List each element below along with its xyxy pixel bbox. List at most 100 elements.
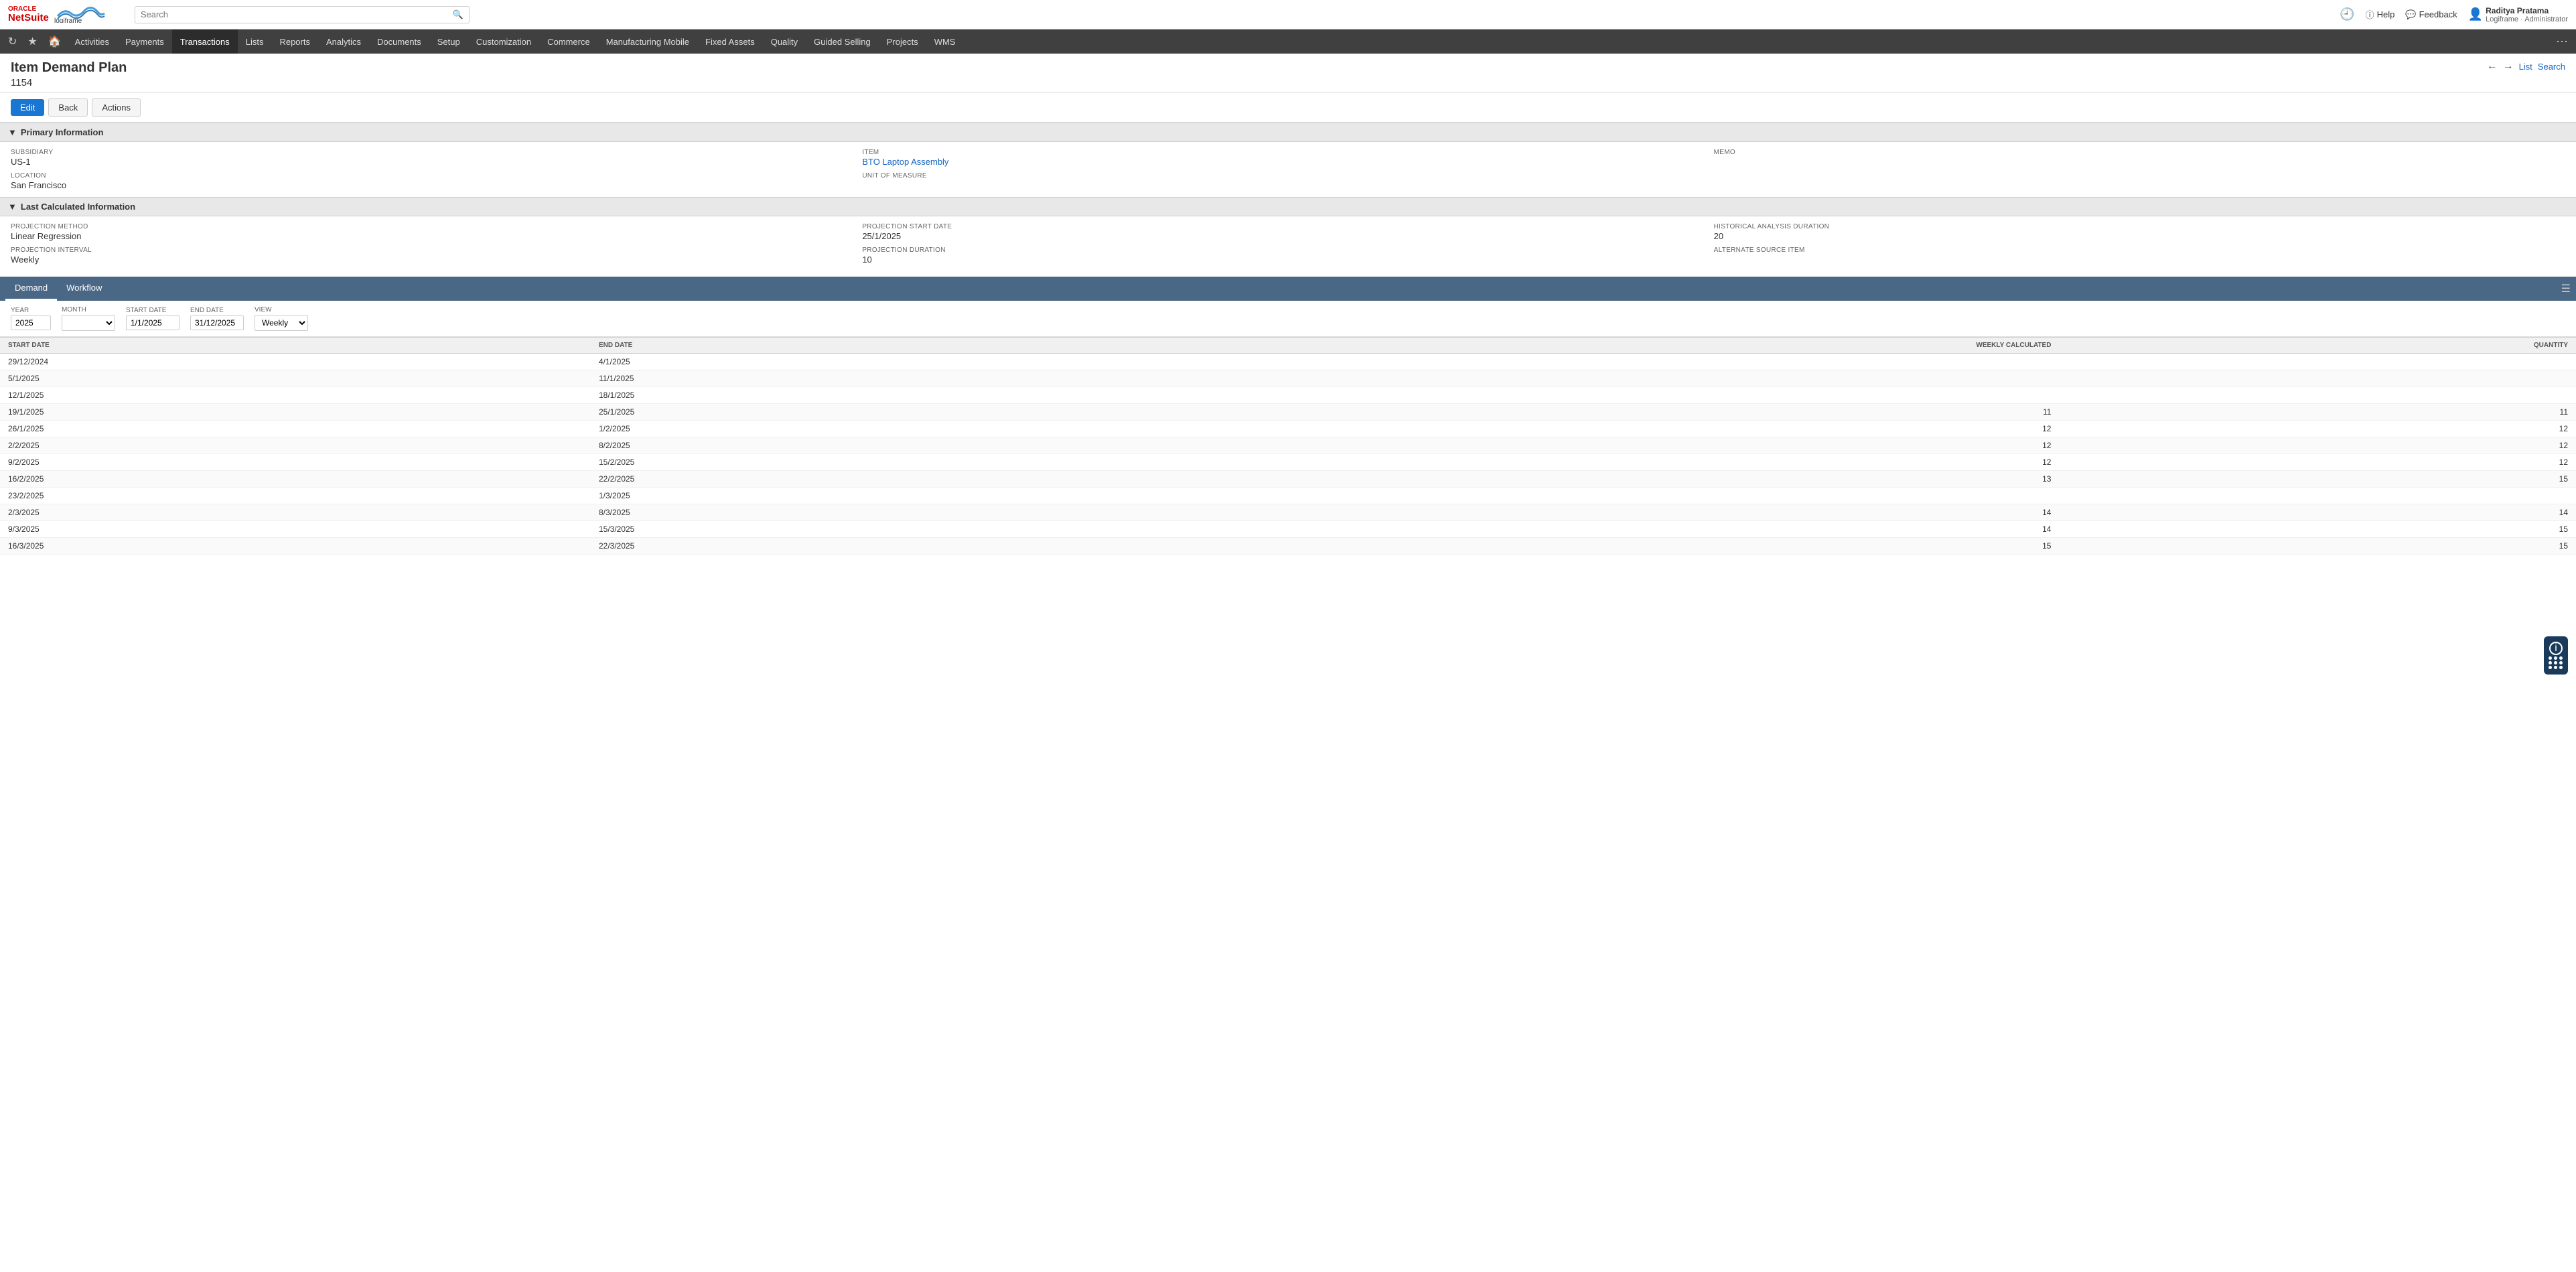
subsidiary-field: SUBSIDIARY US-1	[11, 149, 862, 167]
nav-quality[interactable]: Quality	[763, 29, 806, 54]
cell-weekly-calc: 11	[1123, 404, 2060, 421]
cell-weekly-calc	[1123, 370, 2060, 387]
hist-duration-field: HISTORICAL ANALYSIS DURATION 20	[1714, 223, 2565, 241]
table-row: 12/1/2025 18/1/2025	[0, 387, 2576, 404]
user-menu[interactable]: 👤 Raditya Pratama Logiframe · Administra…	[2468, 6, 2568, 23]
cell-weekly-calc: 12	[1123, 437, 2060, 454]
page-nav: ← → List Search	[2487, 60, 2565, 72]
primary-info-header[interactable]: ▼ Primary Information	[0, 123, 2576, 142]
nav-payments[interactable]: Payments	[117, 29, 172, 54]
cell-weekly-calc	[1123, 387, 2060, 404]
nav-customization[interactable]: Customization	[468, 29, 539, 54]
proj-start-field: PROJECTION START DATE 25/1/2025	[862, 223, 1713, 241]
cell-end-date: 18/1/2025	[591, 387, 1123, 404]
list-link[interactable]: List	[2519, 62, 2532, 72]
edit-button[interactable]: Edit	[11, 99, 44, 116]
tab-demand[interactable]: Demand	[5, 277, 57, 301]
oracle-netsuite-logo: ORACLE NetSuite	[8, 5, 49, 24]
cell-quantity	[2059, 370, 2576, 387]
recent-icon[interactable]: 🕘	[2340, 7, 2354, 21]
cell-start-date: 9/3/2025	[0, 521, 591, 538]
nav-guided-selling[interactable]: Guided Selling	[806, 29, 879, 54]
nav-manufacturing[interactable]: Manufacturing Mobile	[598, 29, 697, 54]
cell-end-date: 11/1/2025	[591, 370, 1123, 387]
nav-wms[interactable]: WMS	[926, 29, 964, 54]
cell-weekly-calc: 12	[1123, 421, 2060, 437]
cell-start-date: 26/1/2025	[0, 421, 591, 437]
actions-button[interactable]: Actions	[92, 98, 141, 117]
end-date-filter: END DATE	[190, 307, 244, 330]
item-field: ITEM BTO Laptop Assembly	[862, 149, 1713, 167]
cell-quantity: 15	[2059, 538, 2576, 555]
nav-reports[interactable]: Reports	[271, 29, 318, 54]
info-circle-icon: i	[2549, 642, 2563, 655]
last-calc-header[interactable]: ▼ Last Calculated Information	[0, 197, 2576, 216]
memo-field: MEMO	[1714, 149, 2565, 167]
back-button[interactable]: Back	[48, 98, 88, 117]
proj-method-field: PROJECTION METHOD Linear Regression	[11, 223, 862, 241]
cell-start-date: 16/3/2025	[0, 538, 591, 555]
year-input[interactable]	[11, 315, 51, 330]
table-row: 26/1/2025 1/2/2025 12 12	[0, 421, 2576, 437]
favorites-icon[interactable]: ★	[22, 29, 42, 54]
nav-fixed-assets[interactable]: Fixed Assets	[697, 29, 763, 54]
tab-workflow[interactable]: Workflow	[57, 277, 111, 301]
cell-start-date: 12/1/2025	[0, 387, 591, 404]
start-date-input[interactable]	[126, 315, 180, 330]
floating-info-button[interactable]: i	[2544, 636, 2568, 675]
proj-interval-field: PROJECTION INTERVAL Weekly	[11, 246, 862, 265]
page-number: 1154	[11, 77, 127, 88]
view-filter: VIEW Weekly Monthly Daily	[255, 306, 308, 331]
nav-analytics[interactable]: Analytics	[318, 29, 369, 54]
nav-transactions[interactable]: Transactions	[172, 29, 238, 54]
table-row: 2/2/2025 8/2/2025 12 12	[0, 437, 2576, 454]
nav-setup[interactable]: Setup	[429, 29, 468, 54]
cell-weekly-calc: 13	[1123, 471, 2060, 488]
table-row: 5/1/2025 11/1/2025	[0, 370, 2576, 387]
end-date-input[interactable]	[190, 315, 244, 330]
unit-field: UNIT OF MEASURE	[862, 172, 1713, 190]
cell-weekly-calc: 12	[1123, 454, 2060, 471]
month-select[interactable]: JanuaryFebruaryMarch AprilMayJune JulyAu…	[62, 315, 115, 331]
year-filter: YEAR	[11, 307, 51, 330]
nav-bar: ↻ ★ 🏠 Activities Payments Transactions L…	[0, 29, 2576, 54]
location-field: LOCATION San Francisco	[11, 172, 862, 190]
top-bar: ORACLE NetSuite logiframe 🔍 🕘 ⓘ Help 💬 F…	[0, 0, 2576, 29]
table-row: 16/2/2025 22/2/2025 13 15	[0, 471, 2576, 488]
cell-quantity: 15	[2059, 471, 2576, 488]
month-filter: MONTH JanuaryFebruaryMarch AprilMayJune …	[62, 306, 115, 331]
cell-end-date: 15/2/2025	[591, 454, 1123, 471]
nav-activities[interactable]: Activities	[67, 29, 117, 54]
feedback-button[interactable]: 💬 Feedback	[2405, 9, 2457, 20]
nav-commerce[interactable]: Commerce	[539, 29, 598, 54]
help-button[interactable]: ⓘ Help	[2366, 8, 2395, 21]
prev-nav-icon[interactable]: ←	[2487, 60, 2498, 72]
next-nav-icon[interactable]: →	[2503, 60, 2514, 72]
table-row: 9/3/2025 15/3/2025 14 15	[0, 521, 2576, 538]
demand-filter-bar: YEAR MONTH JanuaryFebruaryMarch AprilMay…	[0, 301, 2576, 337]
search-link[interactable]: Search	[2538, 62, 2565, 72]
cell-start-date: 19/1/2025	[0, 404, 591, 421]
cell-end-date: 8/2/2025	[591, 437, 1123, 454]
search-bar[interactable]: 🔍	[135, 6, 470, 23]
table-body: 29/12/2024 4/1/2025 5/1/2025 11/1/2025 1…	[0, 354, 2576, 555]
cell-end-date: 22/2/2025	[591, 471, 1123, 488]
search-input[interactable]	[141, 9, 453, 19]
cell-start-date: 2/3/2025	[0, 504, 591, 521]
logo-area: ORACLE NetSuite logiframe	[8, 4, 108, 25]
nav-projects[interactable]: Projects	[879, 29, 926, 54]
view-select[interactable]: Weekly Monthly Daily	[255, 315, 308, 331]
table-row: 23/2/2025 1/3/2025	[0, 488, 2576, 504]
nav-lists[interactable]: Lists	[238, 29, 272, 54]
cell-quantity	[2059, 488, 2576, 504]
cell-end-date: 8/3/2025	[591, 504, 1123, 521]
home-nav-icon[interactable]: ↻	[3, 29, 22, 54]
cell-quantity: 15	[2059, 521, 2576, 538]
cell-weekly-calc: 14	[1123, 521, 2060, 538]
home-icon[interactable]: 🏠	[43, 29, 67, 54]
cell-weekly-calc: 14	[1123, 504, 2060, 521]
nav-documents[interactable]: Documents	[369, 29, 429, 54]
nav-more-icon[interactable]: ⋯	[2551, 35, 2573, 49]
page-title-area: Item Demand Plan 1154	[11, 60, 127, 88]
tab-menu-icon[interactable]: ☰	[2561, 282, 2571, 295]
